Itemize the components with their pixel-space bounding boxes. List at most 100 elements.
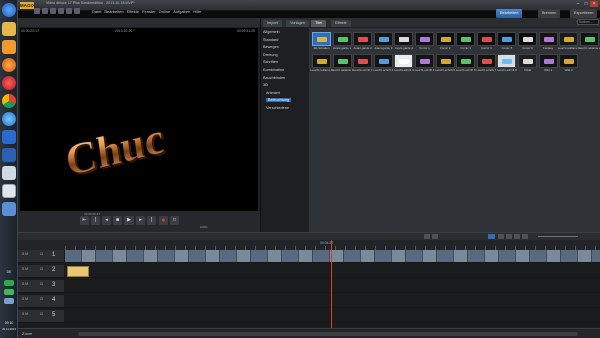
title-template-tile[interactable] [456,32,476,46]
record-icon[interactable]: ● [159,216,168,225]
category-item[interactable]: Standard [263,38,278,42]
menu-effekte[interactable]: Effekte [127,9,139,14]
media-player-icon[interactable] [2,40,16,54]
tab-titel[interactable]: Titel [311,20,327,27]
marker-icon[interactable] [522,234,528,239]
title-template-tile[interactable] [312,32,331,46]
title-template-tile[interactable] [435,54,455,68]
track-solo-mute[interactable]: S M [22,297,28,301]
title-template-tile[interactable] [538,54,558,68]
video-monitor[interactable]: Chuc Chuc [20,28,258,218]
search-input[interactable]: Suchen... [577,19,599,25]
start-button[interactable] [2,3,16,17]
menu-hilfe[interactable]: Hilfe [193,9,201,14]
open-icon[interactable] [42,8,48,14]
category-item[interactable]: Drehung [263,53,278,57]
word-icon[interactable] [2,148,16,162]
print-icon[interactable] [74,8,80,14]
burn-mode-button[interactable]: Brennen [538,9,561,18]
title-template-tile[interactable] [518,32,537,46]
opera-icon[interactable] [2,76,16,90]
title-template-tile[interactable] [456,54,476,68]
title-template-tile[interactable] [579,32,599,46]
prev-frame-icon[interactable]: ◂ [102,216,111,225]
category-item[interactable]: Verschiedene [266,106,289,110]
transport-zoom[interactable]: 100% [200,225,208,229]
track-header[interactable]: S M ⊡ 4 [18,295,64,308]
track-solo-mute[interactable]: S M [22,312,28,316]
category-item[interactable]: Beleuchtung [266,98,292,103]
menu-online[interactable]: Online [159,9,171,14]
next-marker-icon[interactable]: | [147,216,156,225]
play-icon[interactable]: ▶ [124,216,134,225]
cut-icon[interactable] [498,234,504,239]
track-header[interactable]: S M ⊡ 3 [18,280,64,293]
category-item[interactable]: Kombination [263,68,284,72]
mark-in-icon[interactable]: ⇤ [80,216,89,225]
title-template-tile[interactable] [415,32,434,46]
title-template-tile[interactable] [415,54,434,68]
title-template-tile[interactable] [497,54,517,68]
title-clip[interactable] [67,266,89,277]
title-template-tile[interactable] [373,32,393,46]
category-item[interactable]: Animiert [266,91,280,95]
mode-select-icon[interactable] [488,234,495,239]
redo-icon[interactable] [432,234,438,239]
track-header[interactable]: S M ⊡ 2 [18,265,64,278]
category-item[interactable]: Bauchbinden [263,76,285,80]
lock-icon[interactable]: ⊡ [40,312,43,316]
category-item[interactable]: Bewegen [263,45,279,49]
timeline-zoom-slider[interactable] [538,236,578,237]
menu-fenster[interactable]: Fenster [142,9,156,14]
menu-bearbeiten[interactable]: Bearbeiten [104,9,123,14]
title-template-tile[interactable] [497,32,517,46]
redo-icon[interactable] [66,8,72,14]
title-template-tile[interactable] [435,32,455,46]
network-icon[interactable] [4,280,14,286]
title-template-tile[interactable] [559,32,579,46]
undo-icon[interactable] [58,8,64,14]
track-solo-mute[interactable]: S M [22,252,28,256]
next-frame-icon[interactable]: ▸ [136,216,145,225]
track-solo-mute[interactable]: S M [22,267,28,271]
explorer-icon[interactable] [2,22,16,36]
app-icon-blue[interactable] [2,130,16,144]
horizontal-scrollbar[interactable] [78,332,578,336]
security-icon[interactable] [4,289,14,295]
track-lane[interactable] [65,250,600,263]
tab-vorlagen[interactable]: Vorlagen [286,20,309,27]
track-lane[interactable] [65,310,600,323]
undo-icon[interactable] [424,234,430,239]
tab-effekte[interactable]: Effekte [331,20,351,27]
title-template-tile[interactable] [538,32,558,46]
title-template-tile[interactable] [332,32,352,46]
title-template-tile[interactable] [332,54,352,68]
magix-icon[interactable] [2,184,16,198]
tool-icon[interactable] [2,202,16,216]
menu-datei[interactable]: Datei [92,9,101,14]
track-lane[interactable] [65,295,600,308]
track-header[interactable]: S M ⊡ 5 [18,310,64,323]
export-mode-button[interactable]: Exportieren [570,9,598,18]
title-template-tile[interactable] [476,54,496,68]
title-template-tile[interactable] [559,54,579,68]
lock-icon[interactable]: ⊡ [40,297,43,301]
title-template-tile[interactable] [373,54,393,68]
edit-mode-button[interactable]: Bearbeiten [496,9,523,18]
category-item[interactable]: 3D [263,83,268,87]
track-header[interactable]: S M ⊡ 1 [18,250,64,263]
record-options-icon[interactable]: □ [170,216,179,225]
title-template-tile[interactable] [312,54,331,68]
track-solo-mute[interactable]: S M [22,282,28,286]
lock-icon[interactable]: ⊡ [40,252,43,256]
track-lane[interactable] [65,265,600,278]
title-template-tile[interactable] [394,32,414,46]
clock-date[interactable]: 20.11.2013 [2,327,16,331]
tray-lang[interactable]: DE [2,270,16,274]
title-template-tile[interactable] [394,54,414,68]
category-item[interactable]: Allgemein [263,30,280,34]
clock-time[interactable]: 09:10 [2,321,16,325]
ie-icon[interactable] [2,112,16,126]
playhead[interactable] [331,240,332,328]
category-item[interactable]: Schriften [263,60,278,64]
